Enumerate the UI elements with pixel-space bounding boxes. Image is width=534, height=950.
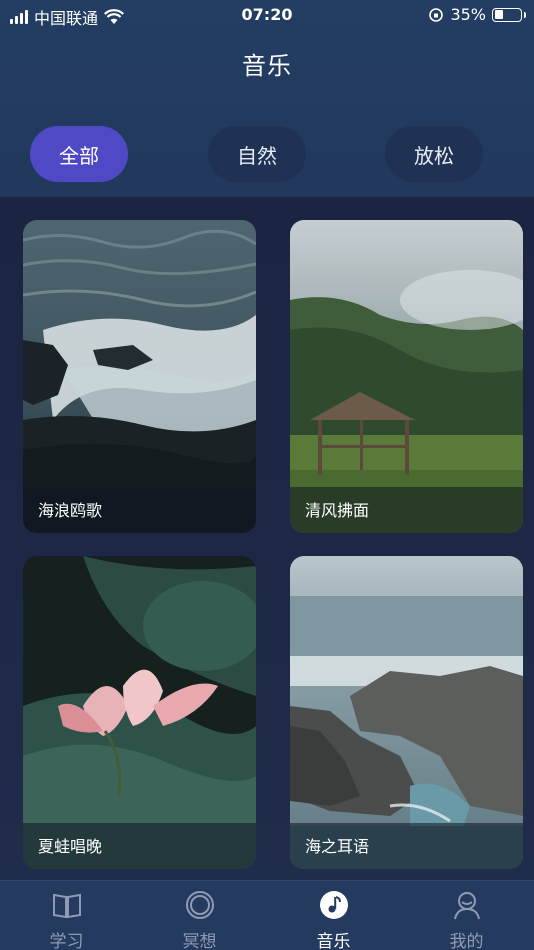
card-title: 海浪鸥歌 [38,501,103,520]
music-card-breeze[interactable]: 清风拂面 [290,220,523,533]
music-card-frogs[interactable]: 夏蛙唱晚 [23,556,256,869]
card-title: 清风拂面 [305,501,370,520]
person-icon [453,892,480,920]
music-card-sea-whisper[interactable]: 海之耳语 [290,556,523,869]
status-bar: 中国联通 07:20 35% [0,0,534,30]
tab-label: 冥想 [182,932,217,950]
circle-icon [185,891,214,919]
filter-chip-relax[interactable]: 放松 [385,126,483,182]
music-card-sea-waves[interactable]: 海浪鸥歌 [23,220,256,533]
tab-label: 我的 [449,932,484,950]
tab-meditate[interactable]: 冥想 [133,881,266,950]
card-title: 夏蛙唱晚 [38,837,103,856]
filter-chip-label: 放松 [414,143,454,168]
tab-profile[interactable]: 我的 [400,881,533,950]
bottom-tab-bar: 学习 冥想 音乐 我的 [0,880,534,950]
page-title: 音乐 [242,52,292,80]
rotation-lock-icon [429,7,444,22]
book-icon [52,893,81,919]
filter-chip-label: 自然 [237,143,277,168]
filter-chip-nature[interactable]: 自然 [208,126,306,182]
music-disc-icon [319,891,348,919]
tab-label: 音乐 [316,932,351,950]
filter-chip-all[interactable]: 全部 [30,126,128,182]
tab-label: 学习 [49,932,84,950]
battery-percent: 35% [450,5,486,24]
tab-study[interactable]: 学习 [0,881,133,950]
filter-chip-label: 全部 [59,143,99,168]
card-title: 海之耳语 [305,837,370,856]
tab-music[interactable]: 音乐 [267,881,400,950]
battery-icon [492,7,526,22]
